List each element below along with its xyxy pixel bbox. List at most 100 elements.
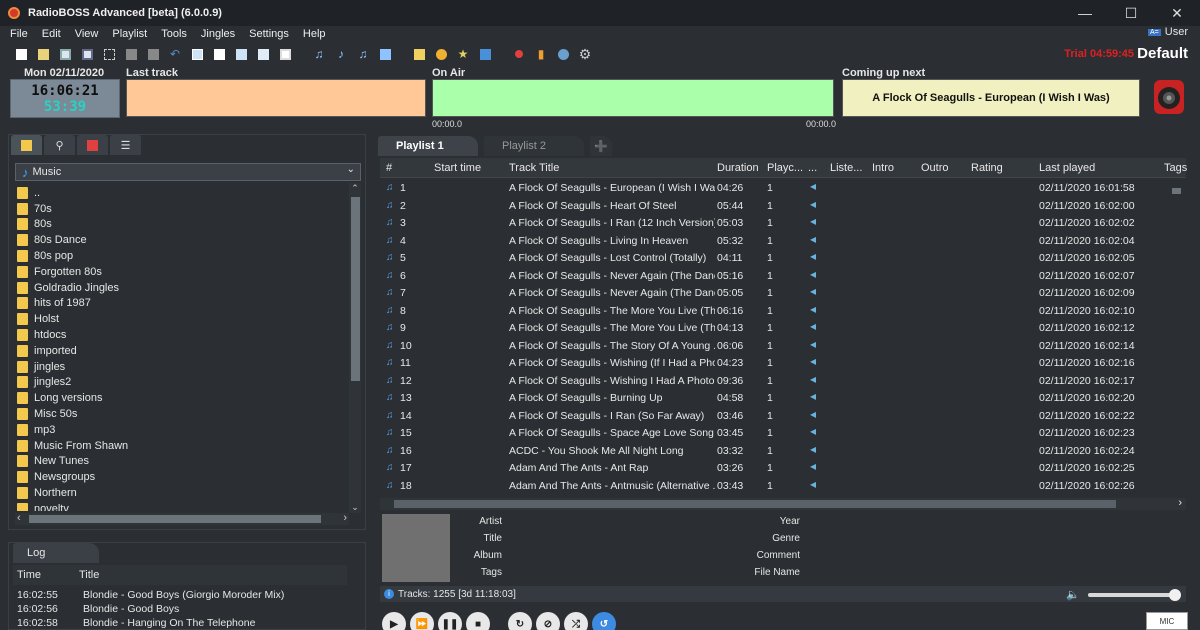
scroll-thumb[interactable] (351, 197, 360, 381)
table-row[interactable]: ♫ 10 A Flock Of Seagulls - The Story Of A … (380, 337, 1170, 355)
folder-item[interactable]: jingles2 (17, 375, 347, 391)
folder-item[interactable]: New Tunes (17, 454, 347, 470)
menu-settings[interactable]: Settings (241, 28, 295, 40)
table-row[interactable]: ♫ 1 A Flock Of Seagulls - European (I Wish… (380, 179, 1170, 197)
menu-help[interactable]: Help (295, 28, 332, 40)
calendar-tab-icon[interactable] (77, 135, 108, 155)
mic-button[interactable]: MIC (1146, 612, 1188, 630)
tab-playlist-2[interactable]: Playlist 2 (484, 136, 584, 156)
add-url-icon[interactable] (376, 46, 394, 62)
maximize-icon[interactable]: ☐ (1108, 0, 1154, 26)
table-row[interactable]: ♫ 17 Adam And The Ants - Ant Rap 03:26 1 ◀ 02/… (380, 459, 1170, 477)
table-row[interactable]: ♫ 15 A Flock Of Seagulls - Space Age Love … (380, 424, 1170, 442)
gear-icon[interactable]: ⚙ (576, 46, 594, 62)
folder-item[interactable]: 70s (17, 201, 347, 217)
hscroll-thumb[interactable] (29, 515, 321, 523)
playlist-hscroll-thumb[interactable] (394, 500, 1116, 508)
minimize-icon[interactable]: — (1062, 0, 1108, 26)
scroll-down-icon[interactable]: ⌄ (349, 502, 361, 513)
col-start-time[interactable]: Start time (434, 162, 481, 174)
close-icon[interactable]: ✕ (1154, 0, 1200, 26)
folder-item[interactable]: Newsgroups (17, 469, 347, 485)
save-as-icon[interactable] (78, 46, 96, 62)
scheduler-icon[interactable] (410, 46, 428, 62)
open-folder-icon[interactable] (34, 46, 52, 62)
layout-5-icon[interactable] (276, 46, 294, 62)
folder-item[interactable]: Music From Shawn (17, 438, 347, 454)
mixer-tab-icon[interactable]: ☰ (110, 135, 141, 155)
folder-item[interactable]: imported (17, 343, 347, 359)
table-row[interactable]: ♫ 14 A Flock Of Seagulls - I Ran (So Far A… (380, 407, 1170, 425)
layout-1-icon[interactable] (188, 46, 206, 62)
volume-slider[interactable] (1088, 589, 1182, 601)
folder-item[interactable]: Long versions (17, 390, 347, 406)
menu-view[interactable]: View (67, 28, 105, 40)
pause-icon[interactable]: ❚❚ (438, 612, 462, 630)
table-row[interactable]: ♫ 3 A Flock Of Seagulls - I Ran (12 Inch V… (380, 214, 1170, 232)
folder-item[interactable]: Holst (17, 311, 347, 327)
table-row[interactable]: ♫ 16 ACDC - You Shook Me All Night Long 03:… (380, 442, 1170, 460)
event-icon[interactable] (432, 46, 450, 62)
table-row[interactable]: ♫ 12 A Flock Of Seagulls - Wishing I Had A… (380, 372, 1170, 390)
copy-icon[interactable] (122, 46, 140, 62)
log-col-time[interactable]: Time (13, 569, 79, 581)
add-folder-icon[interactable]: ♫ (354, 46, 372, 62)
folder-item[interactable]: mp3 (17, 422, 347, 438)
log-row[interactable]: 16:02:56 Blondie - Good Boys (17, 603, 179, 615)
repeat-icon[interactable]: ↻ (508, 612, 532, 630)
col-track-title[interactable]: Track Title (509, 162, 559, 174)
log-row[interactable]: 16:02:55 Blondie - Good Boys (Giorgio Mo… (17, 589, 284, 601)
disable-icon[interactable]: ⊘ (536, 612, 560, 630)
profile-name[interactable]: Default (1137, 45, 1188, 62)
scroll-right-icon[interactable]: › (343, 512, 347, 524)
folder-item[interactable]: Misc 50s (17, 406, 347, 422)
globe-icon[interactable] (554, 46, 572, 62)
log-col-title[interactable]: Title (79, 569, 99, 581)
folder-tab-icon[interactable] (11, 135, 42, 155)
table-row[interactable]: ♫ 5 A Flock Of Seagulls - Lost Control (To… (380, 249, 1170, 267)
col-outro[interactable]: Outro (921, 162, 949, 174)
table-row[interactable]: ♫ 11 A Flock Of Seagulls - Wishing (If I H… (380, 354, 1170, 372)
folder-item[interactable]: htdocs (17, 327, 347, 343)
folder-item[interactable]: hits of 1987 (17, 296, 347, 312)
table-row[interactable]: ♫ 2 A Flock Of Seagulls - Heart Of Steel 05… (380, 197, 1170, 215)
table-row[interactable]: ♫ 8 A Flock Of Seagulls - The More You Liv… (380, 302, 1170, 320)
speaker-icon[interactable] (1152, 78, 1186, 116)
playlist-vscroll[interactable] (1170, 178, 1182, 496)
layout-2-icon[interactable] (210, 46, 228, 62)
table-row[interactable]: ♫ 9 A Flock Of Seagulls - The More You Liv… (380, 319, 1170, 337)
menu-edit[interactable]: Edit (34, 28, 67, 40)
menu-playlist[interactable]: Playlist (104, 28, 153, 40)
save-icon[interactable] (56, 46, 74, 62)
add-files-icon[interactable]: ♪ (332, 46, 350, 62)
library-dropdown[interactable]: ♪ Music ⌄ (15, 163, 361, 181)
shuffle-icon[interactable]: ⤮ (564, 612, 588, 630)
folder-item[interactable]: noveltv (17, 501, 347, 511)
table-row[interactable]: ♫ 18 Adam And The Ants - Antmusic (Alterna… (380, 477, 1170, 495)
scroll-up-icon[interactable]: ⌃ (349, 183, 361, 194)
menu-file[interactable]: File (0, 28, 34, 40)
stats-icon[interactable]: ▮ (532, 46, 550, 62)
loop-icon[interactable]: ↺ (592, 612, 616, 630)
new-playlist-icon[interactable] (12, 46, 30, 62)
folder-item[interactable]: 80s Dance (17, 232, 347, 248)
col-tags[interactable]: Tags (1164, 162, 1187, 174)
layout-3-icon[interactable] (232, 46, 250, 62)
table-row[interactable]: ♫ 4 A Flock Of Seagulls - Living In Heaven… (380, 232, 1170, 250)
stop-icon[interactable]: ■ (466, 612, 490, 630)
log-tab[interactable]: Log (13, 543, 99, 563)
undo-icon[interactable]: ↶ (166, 46, 184, 62)
add-track-icon[interactable]: ♫ (310, 46, 328, 62)
col-intro[interactable]: Intro (872, 162, 894, 174)
broadcast-icon[interactable]: ★ (454, 46, 472, 62)
col-waveform[interactable]: ... (808, 162, 817, 174)
menu-tools[interactable]: Tools (153, 28, 193, 40)
log-row[interactable]: 16:02:58 Blondie - Hanging On The Teleph… (17, 617, 255, 629)
scroll-right-icon[interactable]: › (1178, 497, 1182, 509)
paste-icon[interactable] (144, 46, 162, 62)
ad-icon[interactable] (476, 46, 494, 62)
folder-item[interactable]: .. (17, 185, 347, 201)
folder-item[interactable]: jingles (17, 359, 347, 375)
folder-item[interactable]: 80s pop (17, 248, 347, 264)
col-listeners[interactable]: Liste... (830, 162, 862, 174)
